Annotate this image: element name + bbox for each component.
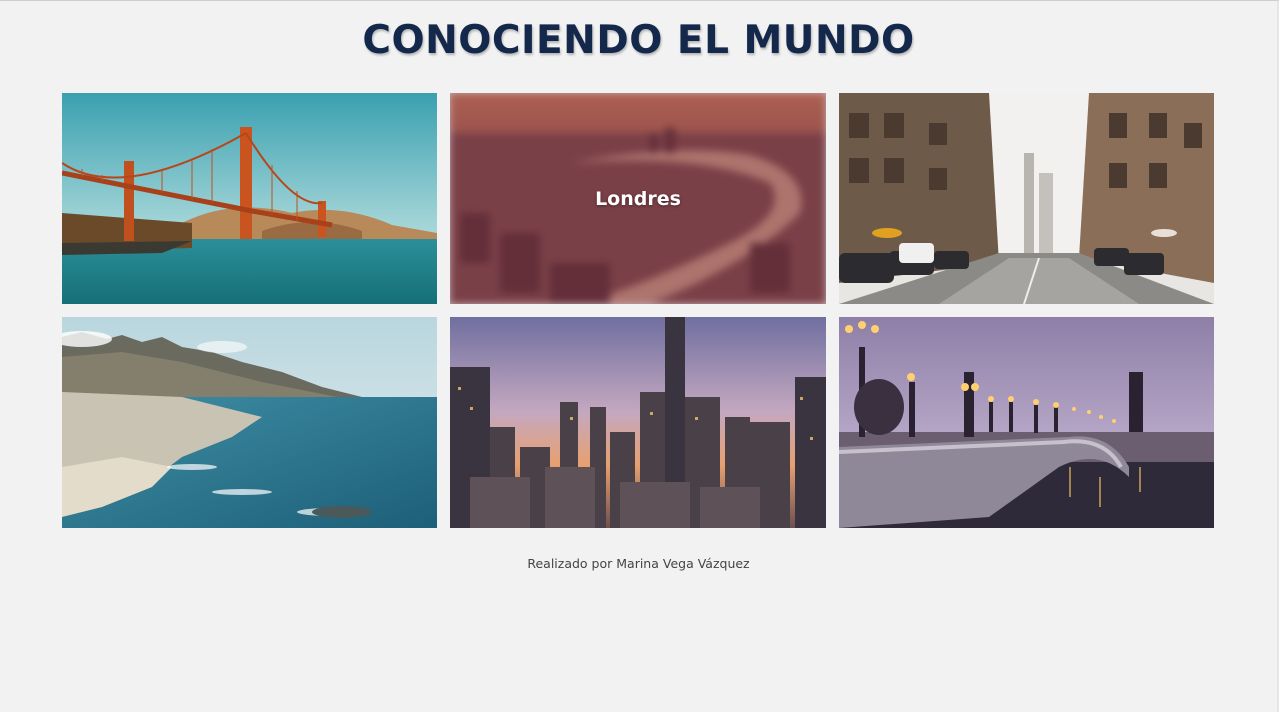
gallery-tile-londres[interactable]: Londres <box>450 93 826 304</box>
photo-gallery: Londres <box>62 93 1214 528</box>
tile-hover-overlay: Londres <box>450 93 826 304</box>
golden-gate-image <box>62 93 437 304</box>
tile-caption-londres: Londres <box>595 187 681 210</box>
beijing-skyline-image <box>450 317 826 528</box>
paris-bridge-image <box>839 317 1214 528</box>
gallery-tile-paris[interactable] <box>839 317 1214 528</box>
new-york-street-image <box>839 93 1214 304</box>
page-title: CONOCIENDO EL MUNDO <box>362 18 915 63</box>
footer-credit: Realizado por Marina Vega Vázquez <box>527 556 750 571</box>
page: CONOCIENDO EL MUNDO Londres Realizado po… <box>0 0 1279 712</box>
cape-town-coast-image <box>62 317 437 528</box>
gallery-tile-ciudad-del-cabo[interactable] <box>62 317 437 528</box>
gallery-tile-san-francisco[interactable] <box>62 93 437 304</box>
gallery-tile-pekin[interactable] <box>450 317 826 528</box>
gallery-tile-nueva-york[interactable] <box>839 93 1214 304</box>
